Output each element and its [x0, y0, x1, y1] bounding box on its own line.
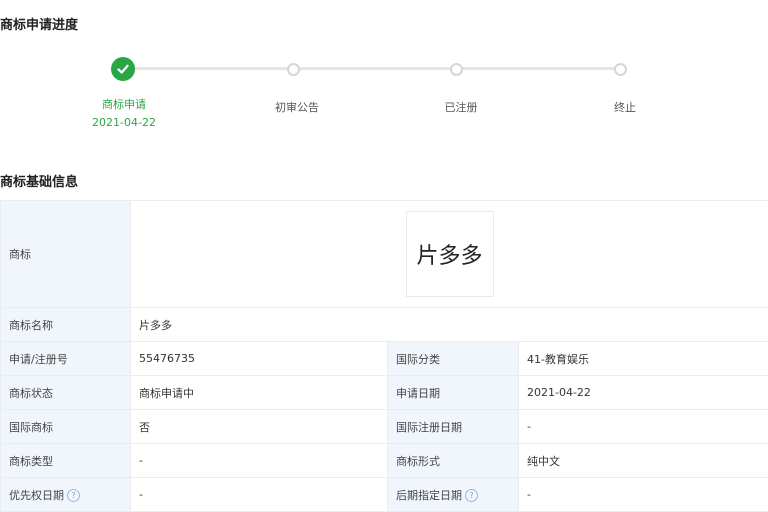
table-row: 申请/注册号 55476735 国际分类 41-教育娱乐 — [1, 342, 768, 376]
basic-info-section-title: 商标基础信息 — [0, 171, 78, 190]
logo-label: 商标 — [1, 201, 131, 308]
mark-type-value: - — [131, 444, 388, 478]
apply-date-value: 2021-04-22 — [519, 376, 768, 410]
step-4-node — [614, 63, 627, 76]
name-label: 商标名称 — [1, 308, 131, 342]
step-3-label: 已注册 — [445, 99, 478, 115]
logo-cell: 片多多 — [131, 201, 768, 308]
mark-form-value: 纯中文 — [519, 444, 768, 478]
step-1-date: 2021-04-22 — [92, 116, 156, 129]
priority-date-label: 优先权日期 — [9, 489, 64, 502]
reg-number-value: 55476735 — [131, 342, 388, 376]
step-4-label: 终止 — [614, 99, 636, 115]
intl-class-value: 41-教育娱乐 — [519, 342, 768, 376]
table-row: 商标类型 - 商标形式 纯中文 — [1, 444, 768, 478]
step-connector — [123, 67, 293, 70]
trademark-info-table: 商标 片多多 商标名称 片多多 申请/注册号 55476735 国际分类 41-… — [0, 200, 768, 512]
name-value: 片多多 — [131, 308, 768, 342]
status-label: 商标状态 — [1, 376, 131, 410]
mark-form-label: 商标形式 — [388, 444, 519, 478]
table-row: 商标名称 片多多 — [1, 308, 768, 342]
trademark-logo-image: 片多多 — [406, 211, 494, 297]
step-2-node — [287, 63, 300, 76]
reg-number-label: 申请/注册号 — [1, 342, 131, 376]
step-1-done-icon — [111, 57, 135, 81]
status-value: 商标申请中 — [131, 376, 388, 410]
intl-reg-date-label: 国际注册日期 — [388, 410, 519, 444]
progress-stepper: 商标申请 2021-04-22 初审公告 已注册 终止 — [0, 0, 768, 140]
table-row: 商标 片多多 — [1, 201, 768, 308]
step-connector — [293, 67, 456, 70]
table-row: 优先权日期? - 后期指定日期? - — [1, 478, 768, 512]
intl-mark-value: 否 — [131, 410, 388, 444]
apply-date-label: 申请日期 — [388, 376, 519, 410]
help-circle-icon[interactable]: ? — [465, 489, 478, 502]
intl-reg-date-value: - — [519, 410, 768, 444]
step-1-label: 商标申请 — [102, 96, 146, 112]
table-row: 国际商标 否 国际注册日期 - — [1, 410, 768, 444]
priority-date-label-cell: 优先权日期? — [1, 478, 131, 512]
table-row: 商标状态 商标申请中 申请日期 2021-04-22 — [1, 376, 768, 410]
trademark-logo-text: 片多多 — [416, 238, 482, 270]
later-designation-value: - — [519, 478, 768, 512]
trademark-page: 商标申请进度 商标申请 2021-04-22 初审公告 已注册 终止 商标基础信… — [0, 0, 768, 510]
step-connector — [456, 67, 620, 70]
check-icon — [116, 62, 130, 76]
intl-mark-label: 国际商标 — [1, 410, 131, 444]
mark-type-label: 商标类型 — [1, 444, 131, 478]
step-3-node — [450, 63, 463, 76]
intl-class-label: 国际分类 — [388, 342, 519, 376]
help-circle-icon[interactable]: ? — [67, 489, 80, 502]
later-designation-label: 后期指定日期 — [396, 489, 462, 502]
later-designation-label-cell: 后期指定日期? — [388, 478, 519, 512]
priority-date-value: - — [131, 478, 388, 512]
step-2-label: 初审公告 — [275, 99, 319, 115]
